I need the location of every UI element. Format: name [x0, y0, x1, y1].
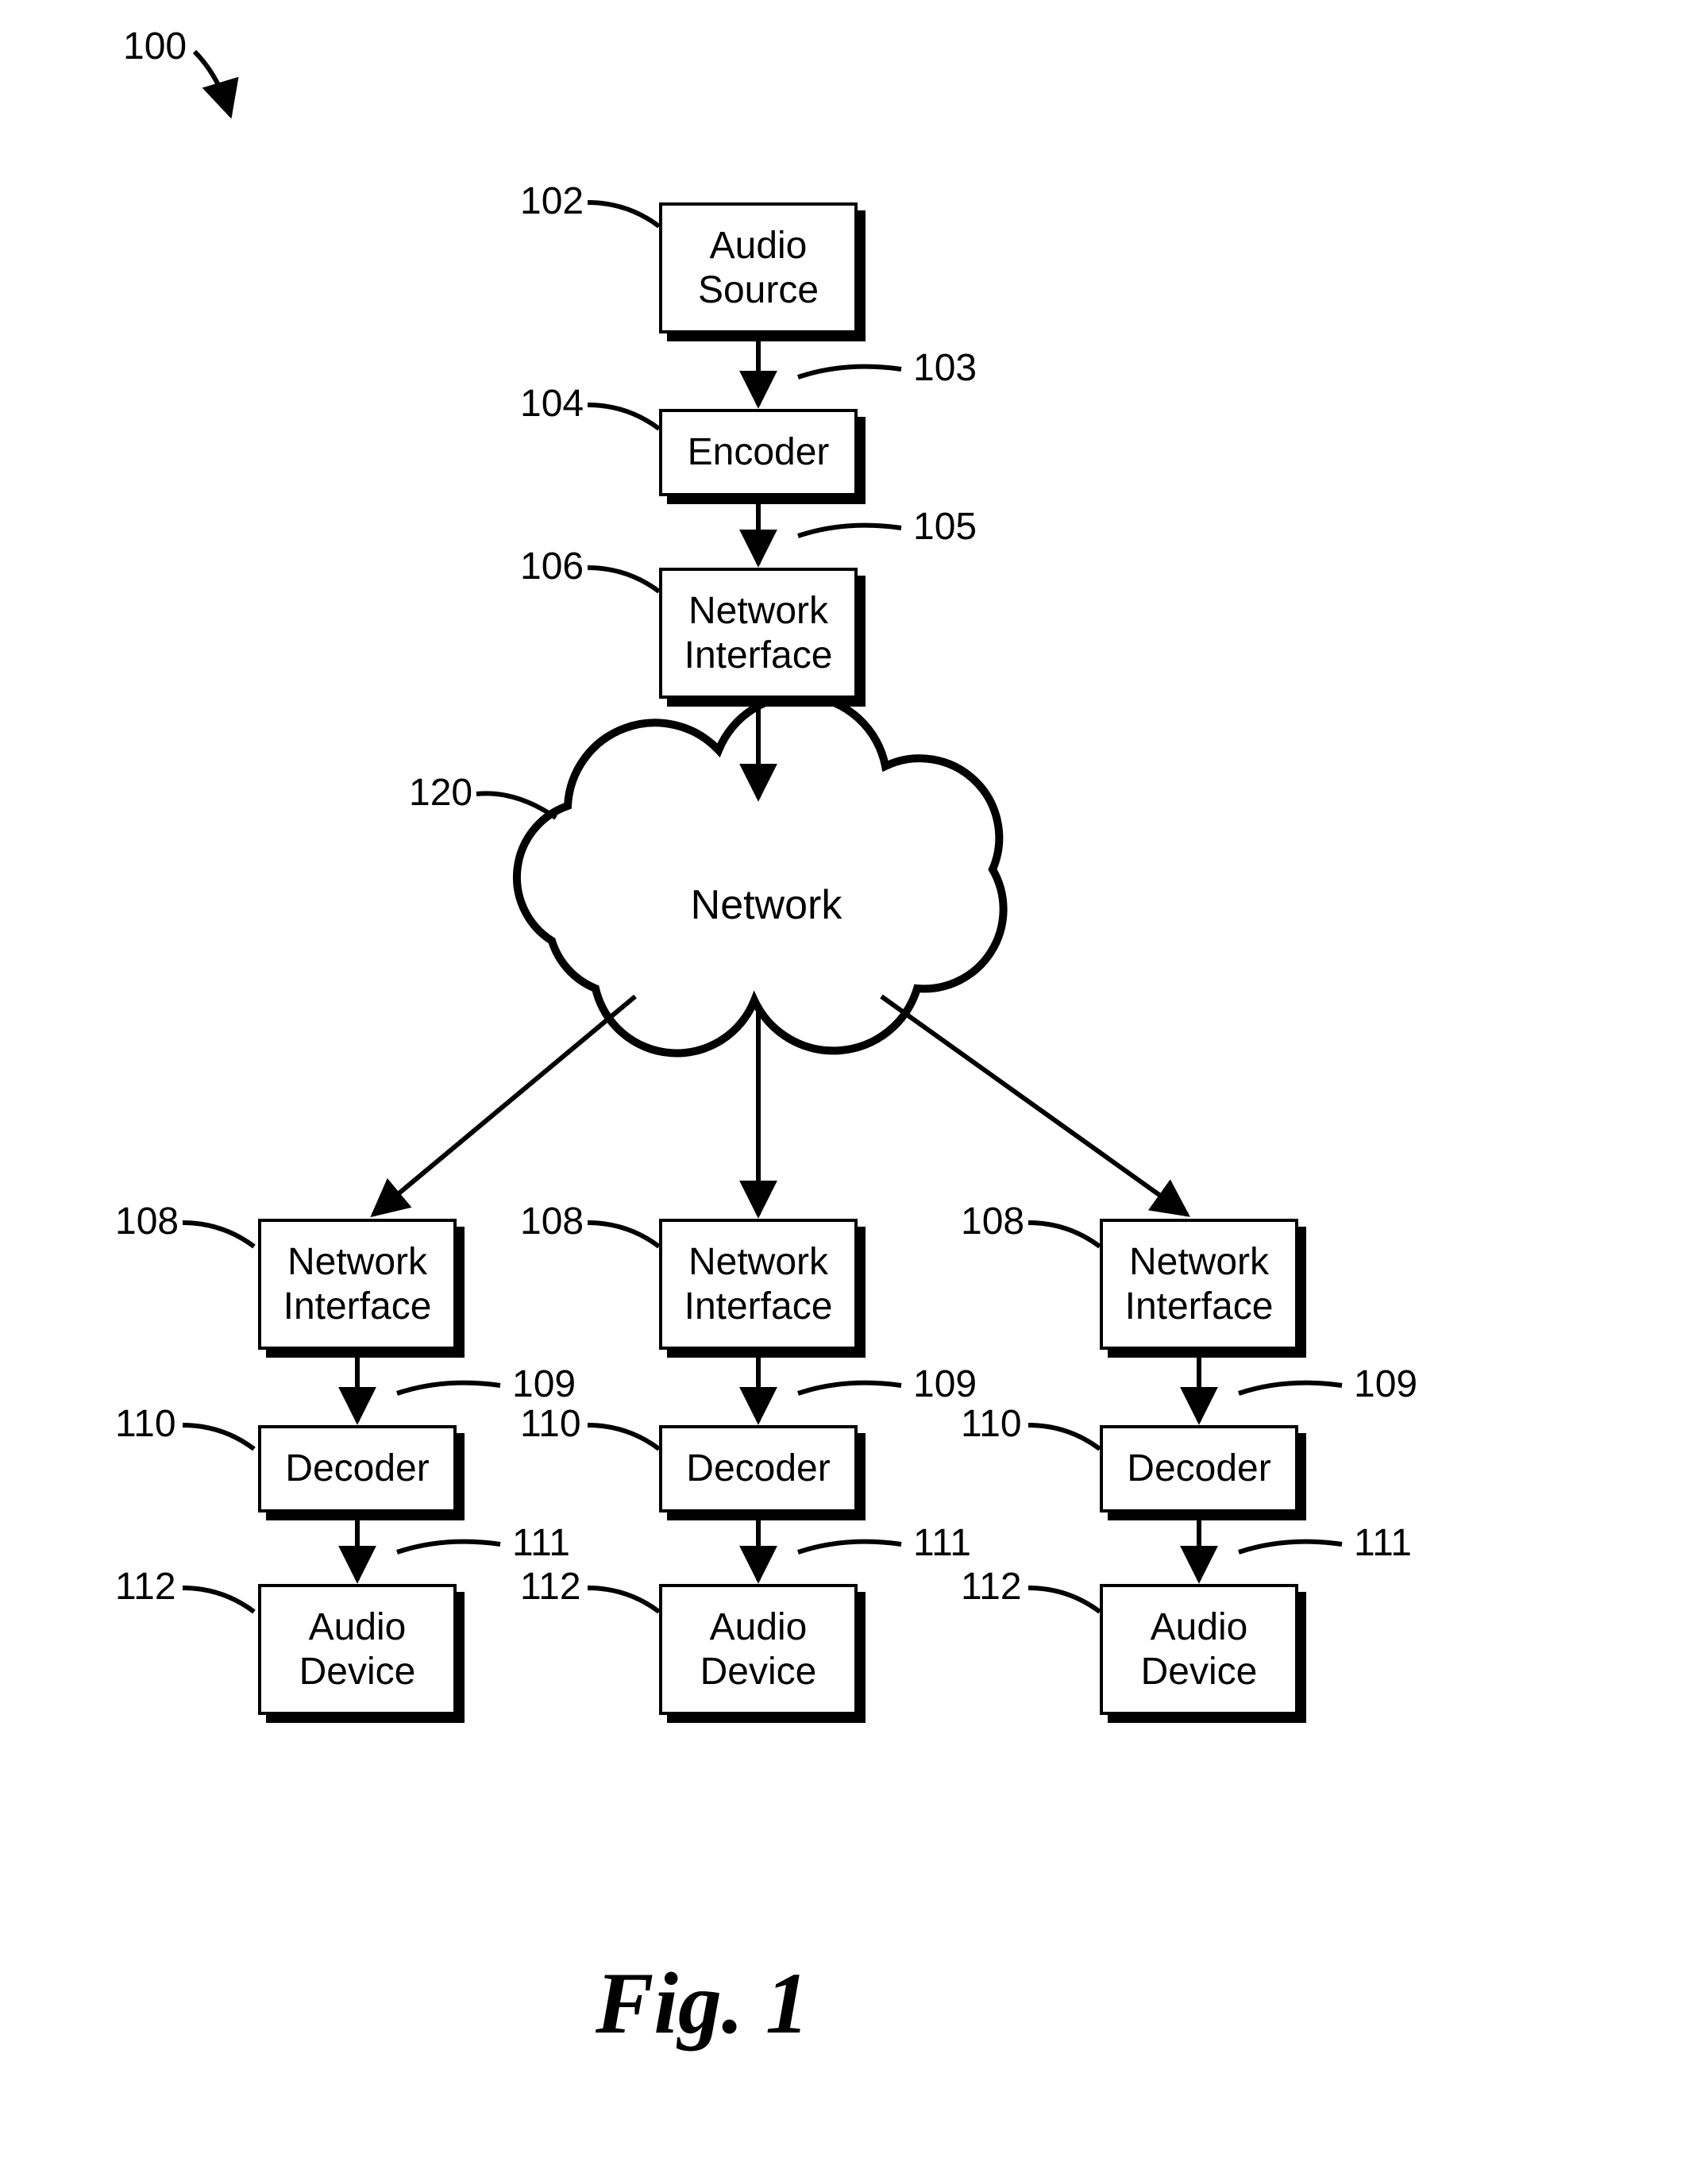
ref-label-103: 103 — [913, 349, 977, 387]
ref-hook-103 — [798, 367, 901, 377]
ref-label-108-3: 108 — [961, 1203, 1024, 1241]
ref-hook-108-3 — [1028, 1223, 1100, 1247]
ref-label-105: 105 — [913, 508, 977, 546]
ref-hook-109-2 — [798, 1383, 901, 1393]
node-audio-device-1: Audio Device — [258, 1584, 457, 1715]
node-audio-device-3: Audio Device — [1100, 1584, 1298, 1715]
ref-hook-110-2 — [588, 1425, 659, 1449]
ref-label-100: 100 — [123, 28, 187, 66]
ref-label-111-2: 111 — [913, 1524, 971, 1563]
ref-hook-106 — [588, 568, 659, 591]
ref-label-104: 104 — [520, 385, 584, 423]
ref-hook-110-1 — [183, 1425, 254, 1449]
ref-hook-120 — [476, 793, 556, 818]
ref-hook-111-1 — [397, 1542, 500, 1552]
ref-hook-110-3 — [1028, 1425, 1100, 1449]
ref-label-106: 106 — [520, 548, 584, 586]
node-network-interface-tx: Network Interface — [659, 568, 858, 699]
ref-hook-112-3 — [1028, 1588, 1100, 1612]
ref-label-112-1: 112 — [115, 1568, 176, 1606]
ref-hook-111-2 — [798, 1542, 901, 1552]
ref-label-108-2: 108 — [520, 1203, 584, 1241]
diagram-canvas: Audio Source Encoder Network Interface N… — [0, 0, 1708, 2181]
ref-label-108-1: 108 — [115, 1203, 179, 1241]
ref-label-109-3: 109 — [1354, 1366, 1417, 1404]
ref-hook-100 — [195, 52, 230, 115]
figure-caption: Fig. 1 — [596, 1953, 809, 2054]
ref-label-109-1: 109 — [512, 1366, 576, 1404]
ref-label-110-3: 110 — [961, 1405, 1022, 1443]
ref-hook-108-2 — [588, 1223, 659, 1247]
ref-hook-108-1 — [183, 1223, 254, 1247]
node-network: Network — [679, 881, 854, 929]
ref-label-102: 102 — [520, 183, 584, 221]
node-network-interface-rx-3: Network Interface — [1100, 1219, 1298, 1350]
node-network-interface-rx-1: Network Interface — [258, 1219, 457, 1350]
node-audio-source: Audio Source — [659, 202, 858, 333]
ref-hook-105 — [798, 526, 901, 536]
ref-label-112-3: 112 — [961, 1568, 1022, 1606]
ref-label-110-2: 110 — [520, 1405, 581, 1443]
node-encoder: Encoder — [659, 409, 858, 496]
ref-label-110-1: 110 — [115, 1405, 176, 1443]
ref-label-120: 120 — [409, 774, 472, 812]
ref-hook-102 — [588, 202, 659, 226]
arrow-cloud-to-right — [881, 996, 1187, 1215]
ref-hook-104 — [588, 405, 659, 429]
node-decoder-3: Decoder — [1100, 1425, 1298, 1512]
ref-label-111-1: 111 — [512, 1524, 570, 1563]
ref-hook-112-1 — [183, 1588, 254, 1612]
ref-hook-112-2 — [588, 1588, 659, 1612]
node-decoder-2: Decoder — [659, 1425, 858, 1512]
ref-label-112-2: 112 — [520, 1568, 581, 1606]
node-network-interface-rx-2: Network Interface — [659, 1219, 858, 1350]
ref-hook-109-3 — [1239, 1383, 1342, 1393]
node-decoder-1: Decoder — [258, 1425, 457, 1512]
ref-label-111-3: 111 — [1354, 1524, 1412, 1563]
ref-label-109-2: 109 — [913, 1366, 977, 1404]
ref-hook-109-1 — [397, 1383, 500, 1393]
node-audio-device-2: Audio Device — [659, 1584, 858, 1715]
ref-hook-111-3 — [1239, 1542, 1342, 1552]
arrow-cloud-to-left — [373, 996, 635, 1215]
